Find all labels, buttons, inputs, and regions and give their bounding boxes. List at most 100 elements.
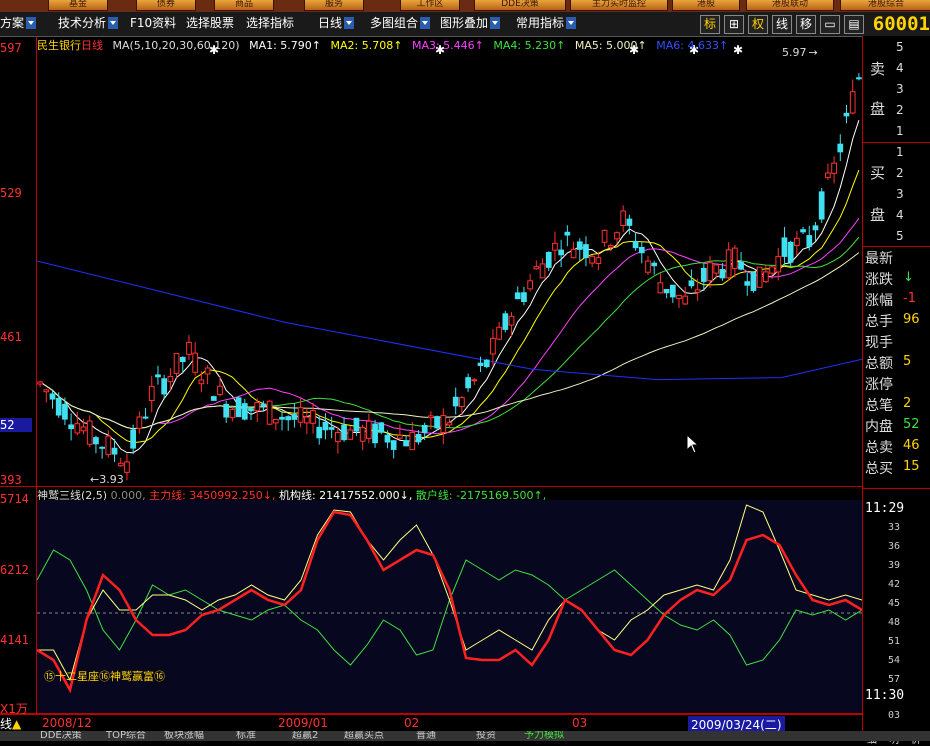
crosshair-icon[interactable]: ⊞: [724, 15, 744, 34]
period-select[interactable]: 日线: [318, 15, 355, 32]
candle-body: [477, 362, 484, 367]
candle-body: [756, 266, 763, 288]
tab-invest[interactable]: 投资: [476, 731, 496, 741]
candle-body: [576, 241, 583, 250]
candle-body: [428, 415, 434, 419]
tab-simulate[interactable]: 予力模拟: [524, 731, 564, 741]
event-star-icon: ✱: [733, 43, 743, 57]
candle-body: [849, 91, 856, 114]
menu-hk-combo[interactable]: 港股综合: [840, 0, 930, 11]
menu-hk[interactable]: 港股: [672, 0, 740, 11]
menu-dde[interactable]: DDE决策: [474, 0, 566, 11]
candle-body: [744, 281, 751, 286]
buy-level: 3: [896, 187, 904, 201]
candle-body: [297, 407, 304, 423]
tab-super-buy[interactable]: 超赢买点: [344, 731, 384, 741]
menu-fund[interactable]: 基金: [48, 0, 108, 11]
quote-panel: 卖 盘 5 4 3 2 1 买 盘 1 2 3 4 5 最新 涨跌 ↓ 涨幅 -1 总手 9…: [862, 36, 930, 746]
tab-standard[interactable]: 标准: [236, 731, 256, 741]
candle-body: [341, 424, 347, 441]
candle-body: [490, 337, 496, 355]
multi-chart-menu[interactable]: 多图组合: [370, 15, 431, 32]
buy-level: 4: [896, 208, 904, 222]
multi-label: 多图组合: [370, 16, 419, 30]
candle-body: [310, 410, 316, 424]
menu-main-monitor[interactable]: 主力实时监控: [570, 0, 668, 11]
ma-legend: 民生银行日线 MA(5,10,20,30,60,120) MA1: 5.790↑…: [37, 37, 734, 53]
candle-body: [130, 429, 137, 449]
menu-workspace[interactable]: 工作区: [400, 0, 460, 11]
menu-hk-link[interactable]: 港股联动: [746, 0, 834, 11]
candle-body: [316, 426, 323, 439]
time-tick: 03: [888, 710, 901, 721]
stat-label: 总笔: [865, 398, 893, 414]
period-label: 日线: [318, 16, 343, 30]
ma10-line: [39, 169, 860, 444]
overlay-menu[interactable]: 图形叠加: [440, 15, 501, 32]
candle-body: [719, 269, 726, 279]
tab-top[interactable]: TOP综合: [106, 731, 146, 741]
divider: [863, 246, 930, 247]
candle-body: [527, 280, 533, 290]
stat-label: 涨跌: [865, 272, 893, 288]
sell-level: 5: [896, 40, 904, 54]
candle-body: [241, 403, 248, 420]
pick-index-button[interactable]: 选择指标: [246, 15, 294, 32]
common-label: 常用指标: [516, 16, 565, 30]
current-price-tag: 52: [0, 418, 32, 432]
tech-label: 技术分析: [58, 16, 107, 30]
candlestick-chart[interactable]: ✱ ✱ ✱ ✱ ✱: [37, 36, 862, 486]
tech-analysis-menu[interactable]: 技术分析: [58, 15, 119, 32]
move-button[interactable]: 移: [796, 15, 816, 34]
candle-body: [750, 271, 757, 291]
candle-body: [366, 420, 372, 439]
tab-normal[interactable]: 普通: [416, 731, 436, 741]
pick-stock-button[interactable]: 选择股票: [186, 15, 234, 32]
window-icon[interactable]: ▭: [820, 15, 840, 34]
candle-body: [136, 416, 143, 429]
mark-button[interactable]: 标: [700, 15, 720, 34]
menu-commodity[interactable]: 商品: [214, 0, 274, 11]
candle-body: [397, 434, 403, 439]
menu-bond[interactable]: 债券: [136, 0, 196, 11]
tab-sector[interactable]: 板块涨幅: [164, 731, 204, 741]
date-label: 2008/12: [42, 716, 92, 730]
date-axis: 线▲ 2008/12 2009/01 02 03 2009/03/24(二): [0, 714, 862, 733]
candle-body: [452, 396, 459, 407]
line-button[interactable]: 线: [772, 15, 792, 34]
time-tick: 11:29: [865, 501, 905, 516]
tab-super2[interactable]: 超赢2: [292, 731, 318, 741]
f10-button[interactable]: F10资料: [130, 15, 176, 32]
rights-button[interactable]: 权: [748, 15, 768, 34]
ma60-line: [39, 252, 860, 430]
candle-body: [173, 353, 180, 374]
time-tick: 36: [888, 541, 901, 552]
stat-value: 2: [903, 396, 912, 411]
top-menu-bar: 基金 债券 商品 服务 工作区 DDE决策 主力实时监控 港股 港股联动 港股综…: [0, 0, 930, 12]
candle-body: [260, 403, 267, 407]
y-tick: 393: [0, 473, 22, 487]
candle-body: [179, 356, 186, 363]
ma3-value: MA3: 5.446↑: [411, 39, 484, 52]
candle-body: [37, 381, 43, 385]
candle-body: [291, 414, 298, 420]
candle-body: [49, 393, 56, 400]
common-index-menu[interactable]: 常用指标: [516, 15, 577, 32]
candle-body: [626, 218, 633, 226]
candle-body: [570, 248, 577, 259]
stat-value: 15: [903, 459, 920, 474]
candle-body: [415, 433, 422, 443]
plan-menu[interactable]: 方案: [0, 15, 37, 32]
tab-dde[interactable]: DDE决策: [40, 731, 82, 741]
menu-service[interactable]: 服务: [304, 0, 364, 11]
buy-label: 买: [870, 164, 886, 182]
candle-body: [148, 385, 155, 402]
layout-icon[interactable]: ▤: [844, 15, 864, 34]
candle-body: [663, 289, 670, 294]
low-annotation: ←3.93: [90, 473, 124, 486]
candle-body: [403, 440, 409, 447]
divider: [863, 488, 930, 489]
candle-body: [521, 292, 527, 303]
line-toggle[interactable]: 线▲: [0, 715, 36, 732]
candle-body: [347, 429, 354, 440]
